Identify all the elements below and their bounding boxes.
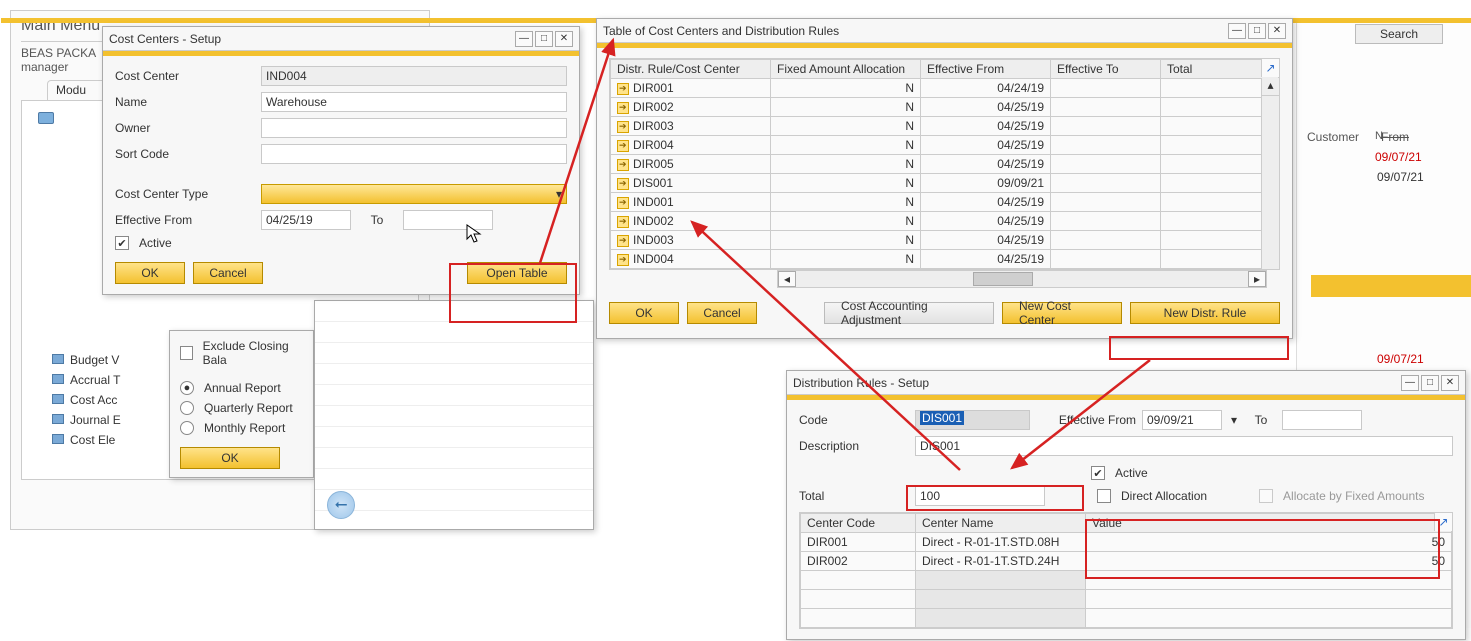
report-icon [52,434,64,444]
cost-centers-table-window: Table of Cost Centers and Distribution R… [596,18,1293,339]
search-button[interactable]: Search [1355,24,1443,44]
table-row[interactable]: DIR002N04/25/19 [611,98,1279,117]
table-row[interactable]: DIS001N09/09/21 [611,174,1279,193]
close-icon[interactable]: ✕ [1268,23,1286,39]
distribution-rules-table[interactable]: Center Code Center Name Value DIR001Dire… [800,513,1452,628]
report-icon [52,414,64,424]
quarterly-radio[interactable] [180,401,194,415]
scroll-right-icon[interactable]: ▸ [1248,271,1266,287]
minimize-icon[interactable]: — [1401,375,1419,391]
table-row[interactable]: IND001N04/25/19 [611,193,1279,212]
link-arrow-icon[interactable] [617,83,629,95]
cancel-button[interactable]: Cancel [193,262,263,284]
date-2: 09/07/21 [1377,170,1424,184]
maximize-icon[interactable]: □ [1421,375,1439,391]
report-icon [52,354,64,364]
gold-strip [1311,275,1471,297]
allocate-fixed-checkbox [1259,489,1273,503]
ccsetup-title: Cost Centers - Setup [109,27,221,51]
report-options-panel: Exclude Closing Bala ●Annual Report Quar… [169,330,314,478]
dr-effective-to-field[interactable] [1282,410,1362,430]
exclude-checkbox[interactable] [180,346,193,360]
expand-icon[interactable]: ↗ [1434,513,1452,531]
expand-icon[interactable]: ↗ [1261,59,1279,77]
code-field[interactable]: DIS001 [915,410,1030,430]
effective-to-field[interactable] [403,210,493,230]
sort-code-field[interactable] [261,144,567,164]
cost-centers-setup-window: Cost Centers - Setup — □ ✕ Cost Center N… [102,26,580,295]
table-row[interactable]: DIR001Direct - R-01-1T.STD.08H50 [801,533,1452,552]
distribution-rules-setup-window: Distribution Rules - Setup — □ ✕ Code DI… [786,370,1466,640]
link-arrow-icon[interactable] [617,254,629,266]
link-arrow-icon[interactable] [617,197,629,209]
cost-center-field[interactable] [261,66,567,86]
report-icon [52,394,64,404]
cancel-button[interactable]: Cancel [687,302,757,324]
cctable-title: Table of Cost Centers and Distribution R… [603,19,839,43]
dr-effective-from-field[interactable] [1142,410,1222,430]
table-row[interactable]: IND003N04/25/19 [611,231,1279,250]
ok-button[interactable]: OK [115,262,185,284]
table-row[interactable]: DIR005N04/25/19 [611,155,1279,174]
table-row[interactable]: IND004N04/25/19 [611,250,1279,269]
new-cost-center-button[interactable]: New Cost Center [1002,302,1122,324]
cost-centers-table[interactable]: Distr. Rule/Cost Center Fixed Amount All… [610,59,1279,269]
report-icon [52,374,64,384]
date-3: 09/07/21 [1377,352,1424,366]
annotation-rect [1109,336,1289,360]
ok-button[interactable]: OK [609,302,679,324]
link-arrow-icon[interactable] [617,159,629,171]
table-row[interactable]: DIR004N04/25/19 [611,136,1279,155]
drsetup-title: Distribution Rules - Setup [793,371,929,395]
open-table-button[interactable]: Open Table [467,262,567,284]
background-sheet: ⭠ [314,300,594,530]
subpanel-ok-button[interactable]: OK [180,447,280,469]
monthly-radio[interactable] [180,421,194,435]
direct-allocation-checkbox[interactable] [1097,489,1111,503]
table-row[interactable]: IND002N04/25/19 [611,212,1279,231]
table-row[interactable] [801,590,1452,609]
chevron-down-icon[interactable]: ▾ [1228,413,1240,427]
close-icon[interactable]: ✕ [1441,375,1459,391]
customer-label: Customer [1307,130,1359,144]
link-arrow-icon[interactable] [617,216,629,228]
maximize-icon[interactable]: □ [1248,23,1266,39]
dr-active-checkbox[interactable]: ✔ [1091,466,1105,480]
date-1: 09/07/21 [1375,150,1422,164]
link-arrow-icon[interactable] [617,140,629,152]
vertical-scrollbar[interactable]: ▴ [1261,78,1279,269]
annual-radio[interactable]: ● [180,381,194,395]
table-row[interactable]: DIR001N04/24/19 [611,79,1279,98]
link-arrow-icon[interactable] [617,235,629,247]
maximize-icon[interactable]: □ [535,31,553,47]
cost-accounting-adjustment-button[interactable]: Cost Accounting Adjustment [824,302,994,324]
description-field[interactable] [915,436,1453,456]
total-field[interactable] [915,486,1045,506]
new-distr-rule-button[interactable]: New Distr. Rule [1130,302,1280,324]
table-row[interactable]: DIR003N04/25/19 [611,117,1279,136]
scroll-left-icon[interactable]: ◂ [778,271,796,287]
folder-icon [38,112,54,124]
effective-from-field[interactable] [261,210,351,230]
from-label: From [1381,130,1409,144]
link-arrow-icon[interactable] [617,102,629,114]
table-row[interactable] [801,571,1452,590]
owner-field[interactable] [261,118,567,138]
link-arrow-icon[interactable] [617,121,629,133]
horizontal-scrollbar[interactable]: ◂ ▸ [777,270,1267,288]
active-checkbox[interactable]: ✔ [115,236,129,250]
name-field[interactable] [261,92,567,112]
close-icon[interactable]: ✕ [555,31,573,47]
minimize-icon[interactable]: — [515,31,533,47]
chevron-down-icon: ▾ [556,187,562,201]
cost-center-type-select[interactable]: ▾ [261,184,567,204]
link-arrow-icon[interactable] [617,178,629,190]
table-row[interactable] [801,609,1452,628]
back-arrow-icon[interactable]: ⭠ [327,491,355,519]
table-row[interactable]: DIR002Direct - R-01-1T.STD.24H50 [801,552,1452,571]
minimize-icon[interactable]: — [1228,23,1246,39]
